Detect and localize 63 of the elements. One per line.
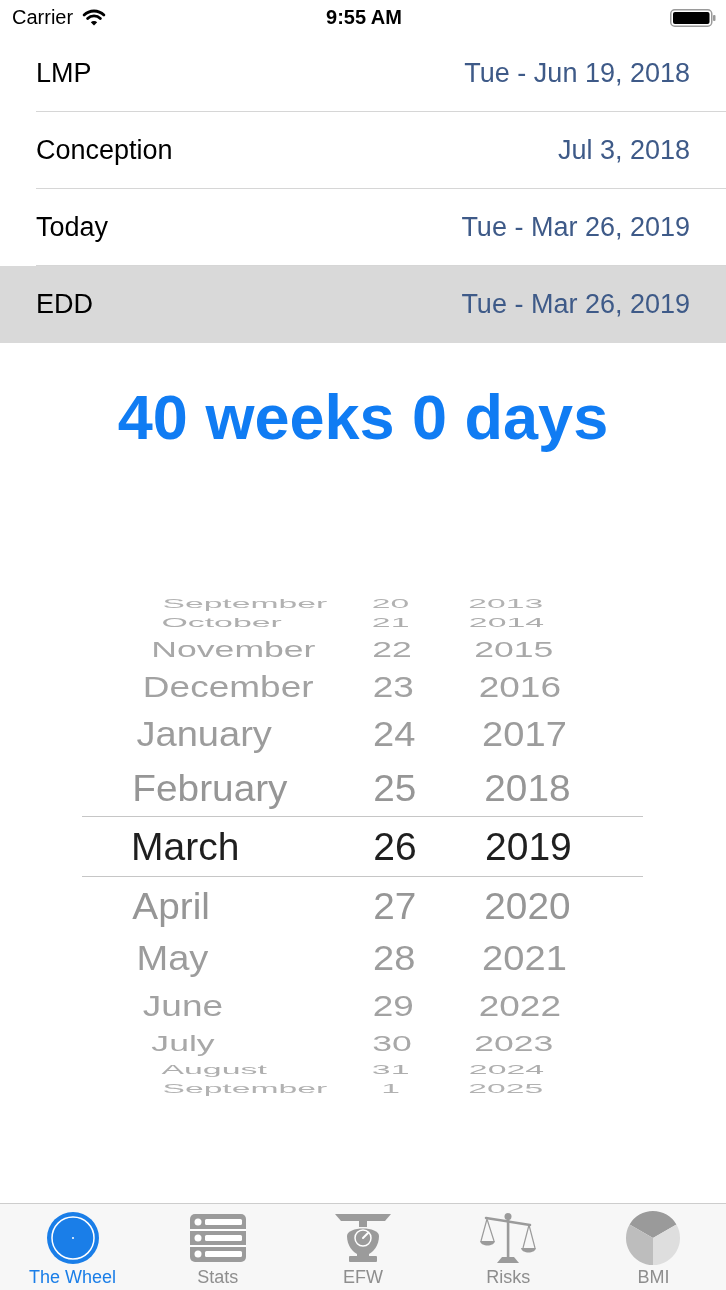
picker-day[interactable]: 22: [372, 637, 412, 662]
picker-year[interactable]: 2018: [484, 766, 571, 809]
wifi-icon: [82, 9, 107, 26]
picker-month[interactable]: September: [162, 597, 328, 611]
row-label: Conception: [36, 134, 173, 166]
tab[interactable]: BMI: [580, 1204, 726, 1290]
picker-day[interactable]: 31: [371, 1062, 410, 1078]
row-label: EDD: [36, 289, 93, 320]
list-icon: [189, 1214, 246, 1262]
carrier-label: Carrier: [12, 6, 74, 29]
weighing-scale-icon: [335, 1214, 391, 1262]
picker-month[interactable]: August: [161, 1062, 267, 1078]
picker-year[interactable]: 2021: [482, 939, 567, 978]
picker-year[interactable]: 2025: [468, 1082, 544, 1097]
date-row[interactable]: EDD Tue - Mar 26, 2019: [0, 266, 726, 343]
status-time: 9:55 AM: [326, 6, 402, 29]
picker-day[interactable]: 28: [373, 939, 416, 978]
picker-month[interactable]: July: [151, 1031, 215, 1056]
picker-day[interactable]: 21: [371, 615, 410, 631]
picker-year[interactable]: 2017: [482, 715, 567, 754]
row-value: Tue - Jun 19, 2018: [464, 57, 690, 89]
picker-year[interactable]: 2015: [474, 637, 554, 662]
row-value: Tue - Mar 26, 2019: [461, 211, 690, 243]
picker-day[interactable]: 29: [372, 990, 414, 1022]
row-value: Jul 3, 2018: [557, 134, 690, 166]
picker-year[interactable]: 2024: [468, 1062, 545, 1078]
picker-year[interactable]: 2020: [484, 884, 571, 926]
picker-month[interactable]: January: [136, 715, 272, 754]
picker-month[interactable]: October: [161, 615, 282, 631]
circle-icon: [46, 1212, 99, 1264]
picker-month[interactable]: March: [131, 824, 240, 868]
picker-day[interactable]: 20: [371, 597, 410, 611]
picker-month[interactable]: September: [162, 1082, 328, 1097]
picker-month[interactable]: December: [142, 671, 314, 703]
picker-year[interactable]: 2019: [485, 824, 572, 868]
picker-month[interactable]: June: [142, 990, 224, 1022]
picker-year[interactable]: 2014: [468, 615, 545, 631]
tab[interactable]: EFW: [290, 1204, 436, 1290]
picker-day[interactable]: 27: [373, 884, 417, 926]
picker-month[interactable]: April: [132, 884, 210, 926]
picker-day[interactable]: 24: [373, 715, 416, 754]
picker-year[interactable]: 2013: [468, 597, 544, 611]
picker-day[interactable]: 26: [373, 824, 417, 868]
picker-day[interactable]: 30: [372, 1031, 412, 1056]
battery-icon: [670, 8, 716, 27]
picker-day[interactable]: 23: [372, 671, 414, 703]
picker-year[interactable]: 2016: [478, 671, 561, 703]
picker-month[interactable]: February: [132, 766, 288, 809]
picker-month[interactable]: May: [136, 939, 209, 978]
tab[interactable]: Risks: [435, 1204, 581, 1290]
picker-month[interactable]: November: [151, 637, 316, 662]
row-label: LMP: [36, 57, 92, 89]
picker-year[interactable]: 2022: [478, 990, 561, 1022]
gestational-age-text: 40 weeks 0 days: [117, 382, 609, 452]
row-value: Tue - Mar 26, 2019: [461, 289, 690, 320]
balance-scale-icon: [480, 1213, 537, 1263]
picker-day[interactable]: 1: [381, 1082, 400, 1097]
picker-day[interactable]: 25: [373, 766, 417, 809]
picker-year[interactable]: 2023: [474, 1031, 554, 1056]
pie-chart-icon: [625, 1210, 682, 1266]
tab[interactable]: Stats: [145, 1204, 291, 1290]
row-label: Today: [36, 211, 109, 243]
tab[interactable]: The Wheel: [0, 1204, 146, 1290]
